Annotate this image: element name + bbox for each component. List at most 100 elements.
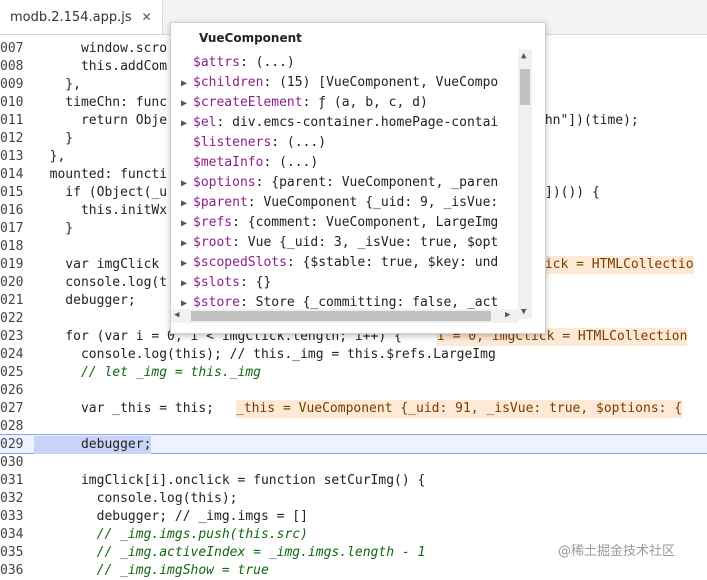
- expand-triangle-icon[interactable]: ▶: [181, 194, 193, 213]
- line-number[interactable]: 023: [0, 328, 30, 346]
- line-number[interactable]: 036: [0, 562, 30, 580]
- file-tab[interactable]: modb.2.154.app.js ✕: [0, 0, 163, 34]
- popover-vertical-scrollbar[interactable]: ▲ ▼: [518, 49, 532, 319]
- close-icon[interactable]: ✕: [142, 10, 152, 24]
- popover-property-row[interactable]: ▶ $refs: {comment: VueComponent, LargeImg: [181, 213, 517, 233]
- line-number[interactable]: 035: [0, 544, 30, 562]
- code-line[interactable]: 030: [0, 454, 707, 472]
- popover-property-row[interactable]: ▶ $children: (15) [VueComponent, VueCompo: [181, 73, 517, 93]
- property-value: : Store {_committing: false, _act: [239, 295, 499, 310]
- popover-property-row[interactable]: ▶ $root: Vue {_uid: 3, _isVue: true, $opt: [181, 233, 517, 253]
- code-text: }: [34, 221, 74, 236]
- code-line[interactable]: 028: [0, 418, 707, 436]
- line-number[interactable]: 015: [0, 184, 30, 202]
- line-number[interactable]: 014: [0, 166, 30, 184]
- scroll-left-icon[interactable]: ◀: [174, 310, 179, 320]
- popover-horizontal-scroll-thumb[interactable]: [191, 311, 491, 321]
- line-number[interactable]: 013: [0, 148, 30, 166]
- code-line[interactable]: 036 // _img.imgShow = true: [0, 562, 707, 580]
- code-line[interactable]: 029 debugger;: [0, 436, 707, 454]
- scroll-right-icon[interactable]: ▶: [505, 310, 510, 320]
- code-line[interactable]: 024 console.log(this); // this._img = th…: [0, 346, 707, 364]
- expand-triangle-icon[interactable]: ▶: [181, 114, 193, 133]
- code-continuation: ])()) {: [545, 185, 600, 200]
- code-text: timeChn: func: [34, 95, 168, 110]
- object-preview-popover: VueComponent $attrs: (...) ▶ $children: (1…: [170, 22, 546, 334]
- line-number[interactable]: 011: [0, 112, 30, 130]
- property-key: $metaInfo: [193, 155, 264, 170]
- line-number[interactable]: 025: [0, 364, 30, 382]
- line-number[interactable]: 009: [0, 76, 30, 94]
- line-number[interactable]: 016: [0, 202, 30, 220]
- popover-property-row[interactable]: ▶ $parent: VueComponent {_uid: 9, _isVue:: [181, 193, 517, 213]
- code-text: console.log(this);: [34, 491, 238, 506]
- expand-triangle-icon[interactable]: ▶: [181, 274, 193, 293]
- line-number[interactable]: 007: [0, 40, 30, 58]
- code-line[interactable]: 031 imgClick[i].onclick = function setCu…: [0, 472, 707, 490]
- code-line[interactable]: 032 console.log(this);: [0, 490, 707, 508]
- line-number[interactable]: 017: [0, 220, 30, 238]
- code-line[interactable]: 033 debugger; // _img.imgs = []: [0, 508, 707, 526]
- popover-horizontal-scrollbar[interactable]: ◀ ▶: [171, 309, 518, 323]
- line-number[interactable]: 032: [0, 490, 30, 508]
- line-number[interactable]: 022: [0, 310, 30, 328]
- line-number[interactable]: 012: [0, 130, 30, 148]
- popover-property-row[interactable]: $attrs: (...): [181, 53, 517, 73]
- line-number[interactable]: 030: [0, 454, 30, 472]
- scroll-up-icon[interactable]: ▲: [521, 51, 526, 61]
- line-number[interactable]: 021: [0, 292, 30, 310]
- code-text: var _this = this;: [34, 401, 215, 416]
- line-number[interactable]: 020: [0, 274, 30, 292]
- expand-triangle-icon[interactable]: ▶: [181, 74, 193, 93]
- line-number[interactable]: 027: [0, 400, 30, 418]
- expand-triangle-icon[interactable]: ▶: [181, 94, 193, 113]
- scroll-down-icon[interactable]: ▼: [521, 307, 526, 317]
- popover-property-row[interactable]: $metaInfo: (...): [181, 153, 517, 173]
- watermark: @稀土掘金技术社区: [558, 544, 676, 559]
- property-value: : (...): [239, 55, 295, 70]
- popover-property-row[interactable]: ▶ $el: div.emcs-container.homePage-contai: [181, 113, 517, 133]
- popover-property-row[interactable]: ▶ $scopedSlots: {$stable: true, $key: und: [181, 253, 517, 273]
- code-text: this.initWx: [34, 203, 168, 218]
- code-text: console.log(t: [34, 275, 168, 290]
- expand-triangle-icon[interactable]: ▶: [181, 234, 193, 253]
- property-value: : div.emcs-container.homePage-contai: [216, 115, 499, 130]
- property-key: $store: [193, 295, 240, 310]
- code-text: var imgClick: [34, 257, 160, 272]
- line-number[interactable]: 026: [0, 382, 30, 400]
- code-text: // let _img = this._img: [34, 365, 261, 380]
- line-number[interactable]: 028: [0, 418, 30, 436]
- property-key: $parent: [193, 195, 248, 210]
- line-number[interactable]: 008: [0, 58, 30, 76]
- line-number[interactable]: 029: [0, 436, 30, 454]
- line-number[interactable]: 019: [0, 256, 30, 274]
- code-text: mounted: functi: [34, 167, 168, 182]
- expand-triangle-icon[interactable]: ▶: [181, 174, 193, 193]
- popover-property-row[interactable]: ▶ $options: {parent: VueComponent, _paren: [181, 173, 517, 193]
- code-line[interactable]: 026: [0, 382, 707, 400]
- property-key: $listeners: [193, 135, 272, 150]
- inline-variable-value: _this = VueComponent {_uid: 91, _isVue: …: [236, 400, 683, 418]
- code-line[interactable]: 025 // let _img = this._img: [0, 364, 707, 382]
- line-number[interactable]: 024: [0, 346, 30, 364]
- line-number[interactable]: 010: [0, 94, 30, 112]
- popover-vertical-scroll-thumb[interactable]: [520, 69, 530, 105]
- property-key: $children: [193, 75, 264, 90]
- popover-property-row[interactable]: ▶ $createElement: ƒ (a, b, c, d): [181, 93, 517, 113]
- line-number[interactable]: 031: [0, 472, 30, 490]
- code-text: debugger;: [34, 436, 152, 454]
- line-number[interactable]: 034: [0, 526, 30, 544]
- code-line[interactable]: 027 var _this = this; _this = VueComponen…: [0, 400, 707, 418]
- expand-triangle-icon[interactable]: ▶: [181, 214, 193, 233]
- popover-property-row[interactable]: ▶ $slots: {}: [181, 273, 517, 293]
- expand-triangle-icon[interactable]: ▶: [181, 254, 193, 273]
- code-text: console.log(this); // this._img = this.$…: [34, 347, 496, 362]
- line-number[interactable]: 018: [0, 238, 30, 256]
- property-value: : (...): [271, 135, 327, 150]
- line-number[interactable]: 033: [0, 508, 30, 526]
- popover-property-row[interactable]: $listeners: (...): [181, 133, 517, 153]
- code-continuation: Chn"])(time);: [537, 113, 639, 128]
